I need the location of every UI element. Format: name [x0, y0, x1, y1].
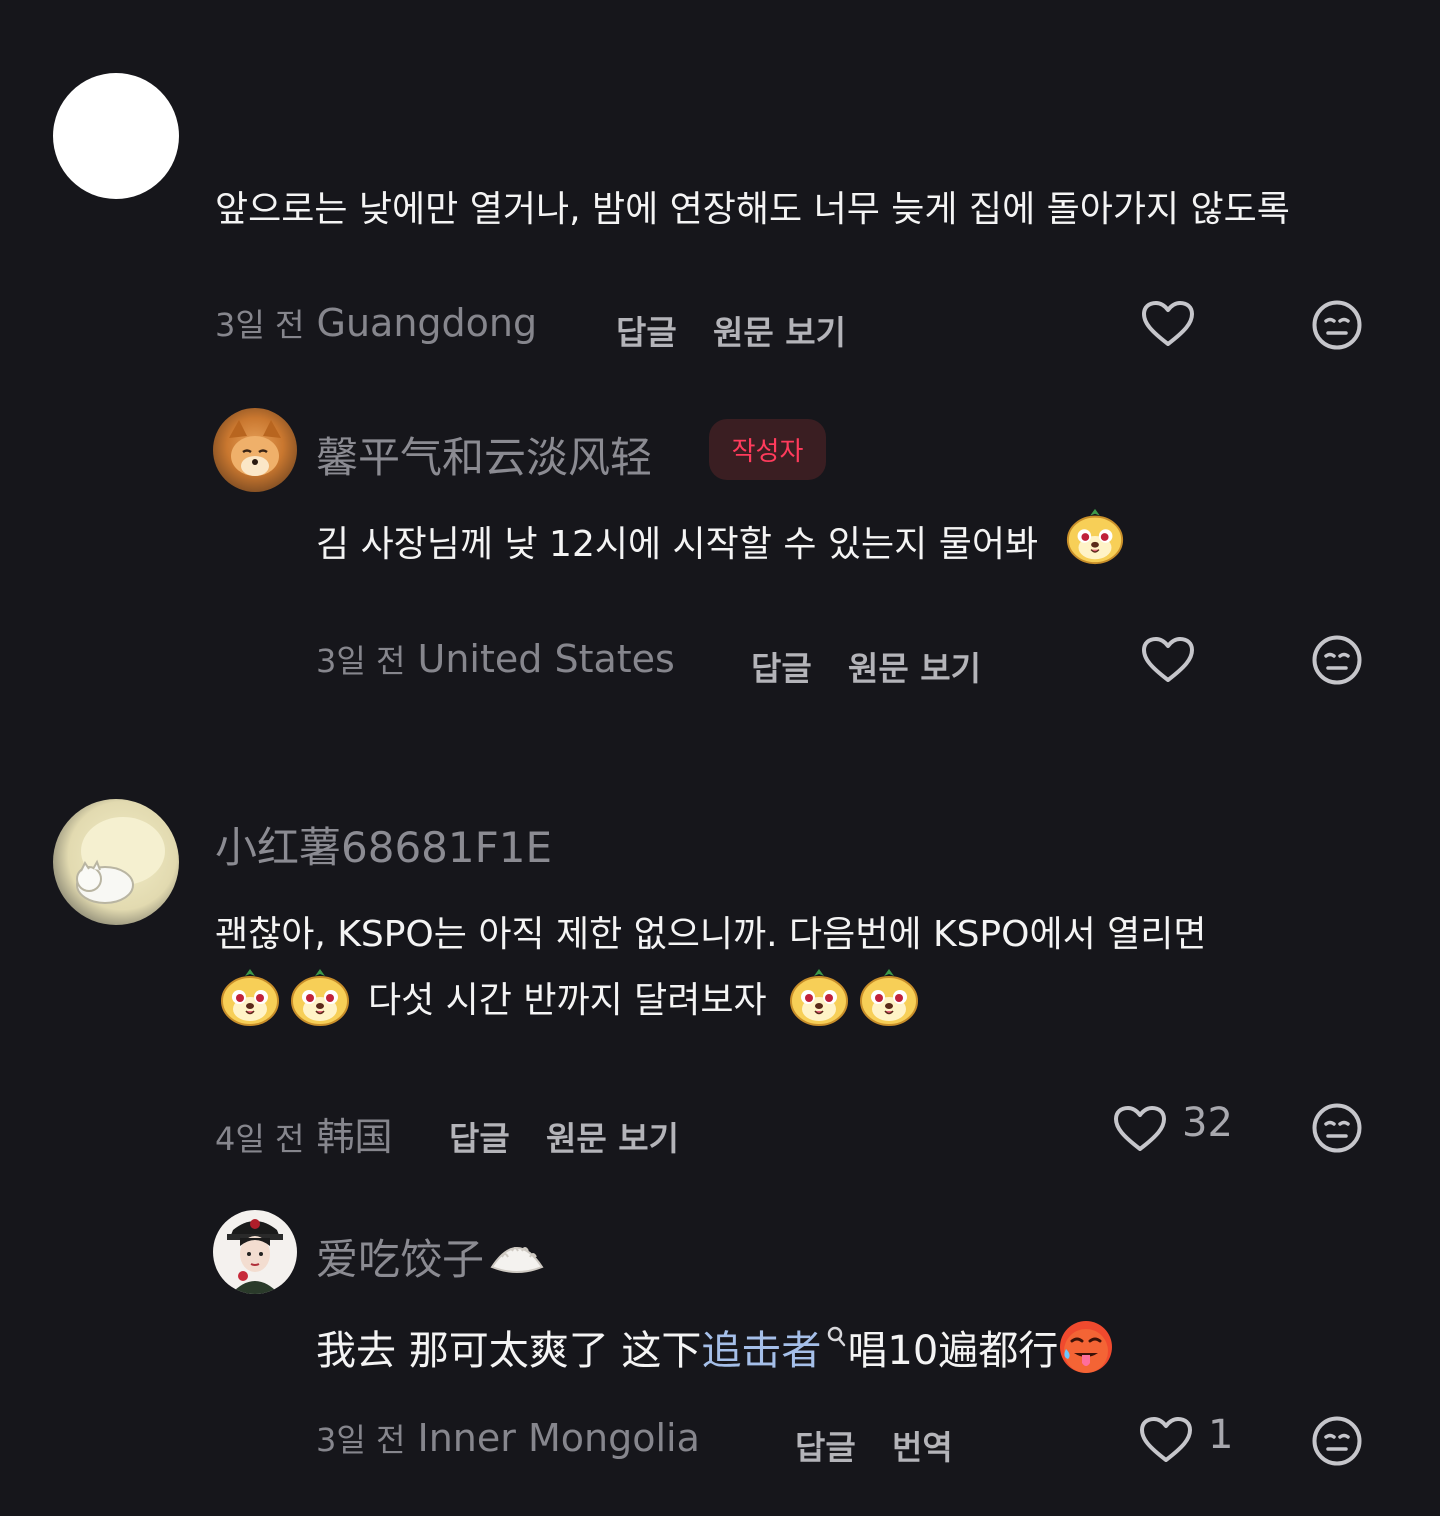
- comment-text: 앞으로는 낮에만 열거나, 밤에 연장해도 너무 늦게 집에 돌아가지 않도록: [215, 189, 1290, 230]
- search-magnifier-icon[interactable]: [825, 1324, 847, 1348]
- reply-text-part2: 唱10遍都行: [847, 1328, 1059, 1374]
- author-badge: 작성자: [709, 419, 826, 480]
- reply-meta: 3일 전 United States: [316, 636, 675, 682]
- reply-location: United States: [417, 637, 675, 681]
- heart-outline-icon[interactable]: [1141, 299, 1195, 349]
- like-count: 32: [1182, 1100, 1233, 1146]
- heart-outline-icon[interactable]: [1139, 1415, 1193, 1465]
- comment-meta: 3일 전 Guangdong: [215, 300, 537, 346]
- reply-avatar[interactable]: [213, 1210, 297, 1294]
- reply-location: Inner Mongolia: [417, 1416, 700, 1460]
- comment-location: 韩国: [316, 1115, 393, 1159]
- view-original-button[interactable]: 원문 보기: [713, 306, 846, 354]
- dumpling-emoji: [490, 1246, 544, 1273]
- heart-outline-icon[interactable]: [1113, 1104, 1167, 1154]
- comment-location: Guangdong: [316, 301, 538, 345]
- reply-button[interactable]: 답글: [616, 306, 677, 354]
- yellow-dog-sticker: [288, 965, 352, 1029]
- translate-button[interactable]: 번역: [892, 1421, 953, 1469]
- comment-time: 3일 전: [215, 306, 305, 344]
- reply-username: 爱吃饺子: [316, 1226, 546, 1287]
- yellow-dog-sticker: [787, 965, 851, 1029]
- reply-username-text[interactable]: 爱吃饺子: [316, 1226, 484, 1287]
- reply-time: 3일 전: [316, 642, 406, 680]
- yellow-dog-sticker: [1064, 505, 1126, 567]
- meh-face-icon[interactable]: [1311, 1415, 1363, 1467]
- cat-picture: [76, 817, 165, 904]
- reply-button[interactable]: 답글: [449, 1112, 510, 1160]
- comment-time: 4일 전: [215, 1120, 305, 1158]
- comment-text-line2-content: 다섯 시간 반까지 달려보자: [368, 980, 767, 1021]
- commenter-avatar[interactable]: [53, 73, 179, 199]
- yellow-dog-sticker: [218, 965, 282, 1029]
- view-original-button[interactable]: 원문 보기: [546, 1112, 679, 1160]
- reply-username[interactable]: 馨平气和云淡风轻: [316, 424, 652, 485]
- reply-text: 김 사장님께 낮 12시에 시작할 수 있는지 물어봐: [316, 515, 1126, 567]
- reply-text-content: 김 사장님께 낮 12시에 시작할 수 있는지 물어봐: [316, 524, 1039, 565]
- reply-meta: 3일 전 Inner Mongolia: [316, 1415, 700, 1461]
- portrait-picture: [227, 1219, 283, 1294]
- commenter-avatar[interactable]: [53, 799, 179, 925]
- reply-time: 3일 전: [316, 1421, 406, 1459]
- reply-reply-button[interactable]: 답글: [795, 1421, 856, 1469]
- reply-reply-button[interactable]: 답글: [751, 642, 812, 690]
- reply-avatar[interactable]: [213, 408, 297, 492]
- fox-picture: [229, 420, 281, 476]
- reply-text: 我去 那可太爽了 这下 追击者 唱10遍都行: [316, 1318, 1114, 1376]
- hot-face-emoji: [1060, 1321, 1113, 1373]
- heart-outline-icon[interactable]: [1141, 635, 1195, 685]
- reply-view-original-button[interactable]: 원문 보기: [848, 642, 981, 690]
- song-search-link[interactable]: 追击者: [701, 1318, 821, 1376]
- yellow-dog-sticker: [857, 965, 921, 1029]
- comment-text-line2: 다섯 시간 반까지 달려보자: [218, 965, 921, 1029]
- commenter-username[interactable]: 小红薯68681F1E: [215, 814, 552, 875]
- meh-face-icon[interactable]: [1311, 1102, 1363, 1154]
- reply-text-part1: 我去 那可太爽了 这下: [316, 1328, 702, 1374]
- comment-meta: 4일 전 韩国: [215, 1106, 393, 1161]
- meh-face-icon[interactable]: [1311, 634, 1363, 686]
- comment-text-line1: 괜찮아, KSPO는 아직 제한 없으니까. 다음번에 KSPO에서 열리면: [215, 914, 1207, 955]
- like-count: 1: [1208, 1412, 1234, 1458]
- meh-face-icon[interactable]: [1311, 299, 1363, 351]
